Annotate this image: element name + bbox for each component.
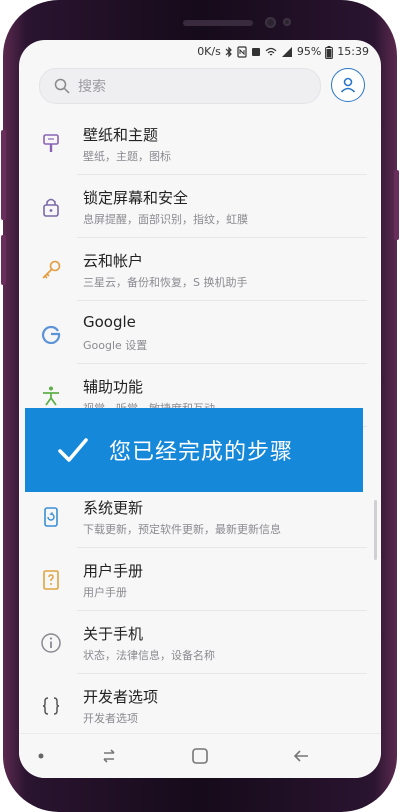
user-icon	[340, 77, 356, 93]
update-icon	[39, 505, 63, 529]
navigation-bar	[19, 733, 381, 778]
item-subtitle: 息屏提醒，面部识别，指纹，虹膜	[83, 213, 248, 226]
item-subtitle: 三星云，备份和恢复，S 换机助手	[83, 276, 248, 289]
search-icon	[54, 78, 70, 94]
brush-icon	[39, 132, 63, 156]
home-button[interactable]	[190, 746, 210, 766]
accessibility-icon	[39, 384, 63, 408]
item-title: 开发者选项	[83, 688, 159, 706]
mute-icon	[251, 48, 260, 56]
bixby-button	[1, 235, 6, 285]
item-title: 关于手机	[83, 625, 144, 643]
item-title: 云和帐户	[83, 252, 144, 270]
item-subtitle: 用户手册	[83, 586, 127, 599]
volume-button	[1, 130, 6, 220]
key-icon	[39, 258, 63, 282]
item-subtitle: Google 设置	[83, 339, 148, 352]
checkmark-icon	[58, 438, 88, 462]
recents-button[interactable]	[99, 746, 119, 766]
scrollbar[interactable]	[374, 500, 377, 560]
settings-item-about[interactable]: 关于手机 状态，法律信息，设备名称	[19, 611, 381, 674]
braces-icon	[39, 694, 63, 718]
phone-frame: 0K/s 95% 15:39 搜索 壁纸和主题 壁纸，主题，图标 锁定屏幕和安全…	[1, 0, 399, 812]
settings-item-manual[interactable]: 用户手册 用户手册	[19, 548, 381, 611]
settings-item-update[interactable]: 系统更新 下载更新，预定软件更新，最新更新信息	[19, 485, 381, 548]
wifi-icon	[265, 47, 277, 56]
bluetooth-icon	[225, 46, 232, 58]
search-placeholder: 搜索	[78, 79, 106, 95]
item-title: Google	[83, 313, 136, 331]
item-subtitle: 开发者选项	[83, 712, 138, 725]
status-bar: 0K/s 95% 15:39	[19, 40, 381, 64]
lock-icon	[39, 195, 63, 219]
battery-percent: 95%	[296, 45, 322, 58]
item-subtitle: 壁纸，主题，图标	[83, 150, 171, 163]
item-subtitle: 状态，法律信息，设备名称	[83, 649, 215, 662]
network-speed: 0K/s	[197, 45, 221, 58]
settings-item-google[interactable]: Google Google 设置	[19, 301, 381, 364]
settings-item-wallpaper[interactable]: 壁纸和主题 壁纸，主题，图标	[19, 112, 381, 175]
power-button	[394, 170, 399, 240]
nfc-icon	[237, 46, 247, 58]
google-icon	[39, 321, 63, 345]
settings-item-cloud[interactable]: 云和帐户 三星云，备份和恢复，S 换机助手	[19, 238, 381, 301]
front-camera	[265, 17, 276, 28]
account-button[interactable]	[331, 68, 365, 102]
banner-text: 您已经完成的步骤	[109, 440, 294, 465]
sensor	[283, 18, 291, 26]
item-title: 壁纸和主题	[83, 126, 159, 144]
clock: 15:39	[337, 45, 369, 58]
item-title: 系统更新	[83, 499, 144, 517]
battery-icon	[325, 45, 334, 59]
completed-step-banner: 您已经完成的步骤	[25, 408, 363, 492]
info-icon	[39, 631, 63, 655]
search-input[interactable]: 搜索	[39, 68, 321, 104]
earpiece	[183, 20, 253, 26]
signal-icon	[281, 47, 292, 57]
settings-item-lockscreen[interactable]: 锁定屏幕和安全 息屏提醒，面部识别，指纹，虹膜	[19, 175, 381, 238]
item-title: 辅助功能	[83, 378, 144, 396]
manual-icon	[39, 568, 63, 592]
search-row: 搜索	[19, 68, 381, 108]
back-button[interactable]	[291, 746, 311, 766]
item-subtitle: 下载更新，预定软件更新，最新更新信息	[83, 523, 281, 536]
dot-icon	[38, 753, 44, 759]
settings-item-developer[interactable]: 开发者选项 开发者选项	[19, 674, 381, 737]
item-title: 用户手册	[83, 562, 144, 580]
item-title: 锁定屏幕和安全	[83, 189, 189, 207]
